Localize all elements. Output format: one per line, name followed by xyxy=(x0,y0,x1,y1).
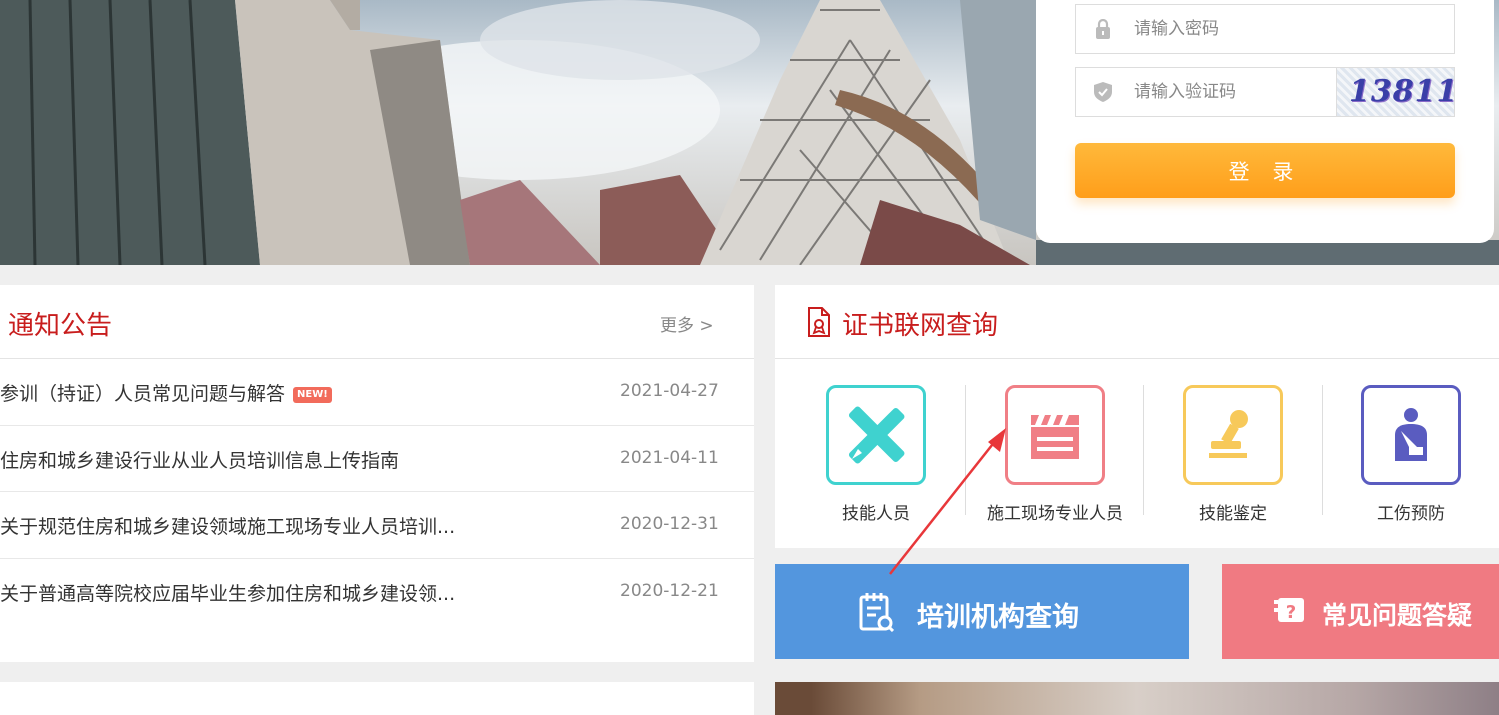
notice-date: 2020-12-21 xyxy=(620,580,719,601)
more-link[interactable]: 更多 > xyxy=(660,311,714,336)
tile-label: 工伤预防 xyxy=(1377,504,1445,524)
notice-date: 2021-04-11 xyxy=(620,447,719,468)
notice-link[interactable]: 参训（持证）人员常见问题与解答 NEW! xyxy=(0,379,332,406)
notice-link[interactable]: 关于规范住房和城乡建设领域施工现场专业人员培训... xyxy=(0,512,455,539)
tile-box xyxy=(826,385,926,485)
list-item[interactable]: 关于普通高等院校应届毕业生参加住房和城乡建设领... 2020-12-21 xyxy=(0,559,754,626)
training-query-button[interactable]: 培训机构查询 xyxy=(775,564,1189,659)
cert-title: 证书联网查询 xyxy=(842,311,999,341)
notice-date: 2020-12-31 xyxy=(620,514,719,534)
svg-text:?: ? xyxy=(1286,602,1296,623)
stamp-icon xyxy=(1209,410,1248,458)
notice-panel: 通知公告 更多 > 参训（持证）人员常见问题与解答 NEW! 2021-04-27… xyxy=(0,285,754,662)
bottom-right-banner xyxy=(775,682,1499,715)
password-field[interactable] xyxy=(1075,4,1455,54)
captcha-field[interactable]: 13811 xyxy=(1075,67,1455,117)
injured-worker-icon xyxy=(1395,408,1427,461)
faq-button[interactable]: ? 常见问题答疑 xyxy=(1222,564,1499,659)
cert-header: 证书联网查询 xyxy=(775,285,1499,359)
tile-box xyxy=(1005,385,1105,485)
tile-site-professionals[interactable]: 施工现场专业人员 xyxy=(975,385,1135,525)
tools-icon xyxy=(848,406,905,464)
tile-label: 技能人员 xyxy=(842,504,910,524)
tile-box xyxy=(1361,385,1461,485)
cert-query-panel: 证书联网查询 技能人员 施工现场专业人员 技能鉴定 工伤预防 xyxy=(775,285,1499,548)
tile-injury-prevention[interactable]: 工伤预防 xyxy=(1331,385,1491,525)
shield-icon xyxy=(1094,82,1112,102)
tile-skill-appraisal[interactable]: 技能鉴定 xyxy=(1153,385,1313,525)
divider xyxy=(1322,385,1323,515)
bottom-left-panel xyxy=(0,682,754,715)
list-item[interactable]: 住房和城乡建设行业从业人员培训信息上传指南 2021-04-11 xyxy=(0,426,754,492)
password-input[interactable] xyxy=(1134,5,1334,53)
clipboard-search-icon xyxy=(859,593,894,632)
lock-icon xyxy=(1094,18,1112,39)
captcha-image[interactable]: 13811 xyxy=(1336,68,1454,116)
notice-link[interactable]: 住房和城乡建设行业从业人员培训信息上传指南 xyxy=(0,446,399,473)
captcha-text: 13811 xyxy=(1349,74,1454,109)
notice-list: 参训（持证）人员常见问题与解答 NEW! 2021-04-27 住房和城乡建设行业… xyxy=(0,359,754,625)
tile-label: 技能鉴定 xyxy=(1199,504,1267,524)
certificate-doc-icon xyxy=(807,307,831,341)
captcha-input[interactable] xyxy=(1134,68,1334,116)
divider xyxy=(1143,385,1144,515)
login-panel: 13811 登 录 xyxy=(1036,0,1494,243)
faq-label: 常见问题答疑 xyxy=(1322,601,1473,630)
notice-header: 通知公告 更多 > xyxy=(0,285,754,359)
divider xyxy=(965,385,966,515)
new-badge: NEW! xyxy=(293,387,332,403)
question-note-icon: ? xyxy=(1274,598,1304,623)
notice-title: 通知公告 xyxy=(8,311,113,341)
training-query-label: 培训机构查询 xyxy=(917,602,1079,633)
clapperboard-icon xyxy=(1031,415,1079,459)
notice-date: 2021-04-27 xyxy=(620,381,719,401)
tile-label: 施工现场专业人员 xyxy=(987,504,1123,524)
tile-box xyxy=(1183,385,1283,485)
notice-link[interactable]: 关于普通高等院校应届毕业生参加住房和城乡建设领... xyxy=(0,579,455,606)
list-item[interactable]: 关于规范住房和城乡建设领域施工现场专业人员培训... 2020-12-31 xyxy=(0,492,754,559)
login-button[interactable]: 登 录 xyxy=(1075,143,1455,198)
notice-text[interactable]: 参训（持证）人员常见问题与解答 xyxy=(0,383,285,405)
list-item[interactable]: 参训（持证）人员常见问题与解答 NEW! 2021-04-27 xyxy=(0,359,754,426)
tile-skilled-personnel[interactable]: 技能人员 xyxy=(796,385,956,525)
